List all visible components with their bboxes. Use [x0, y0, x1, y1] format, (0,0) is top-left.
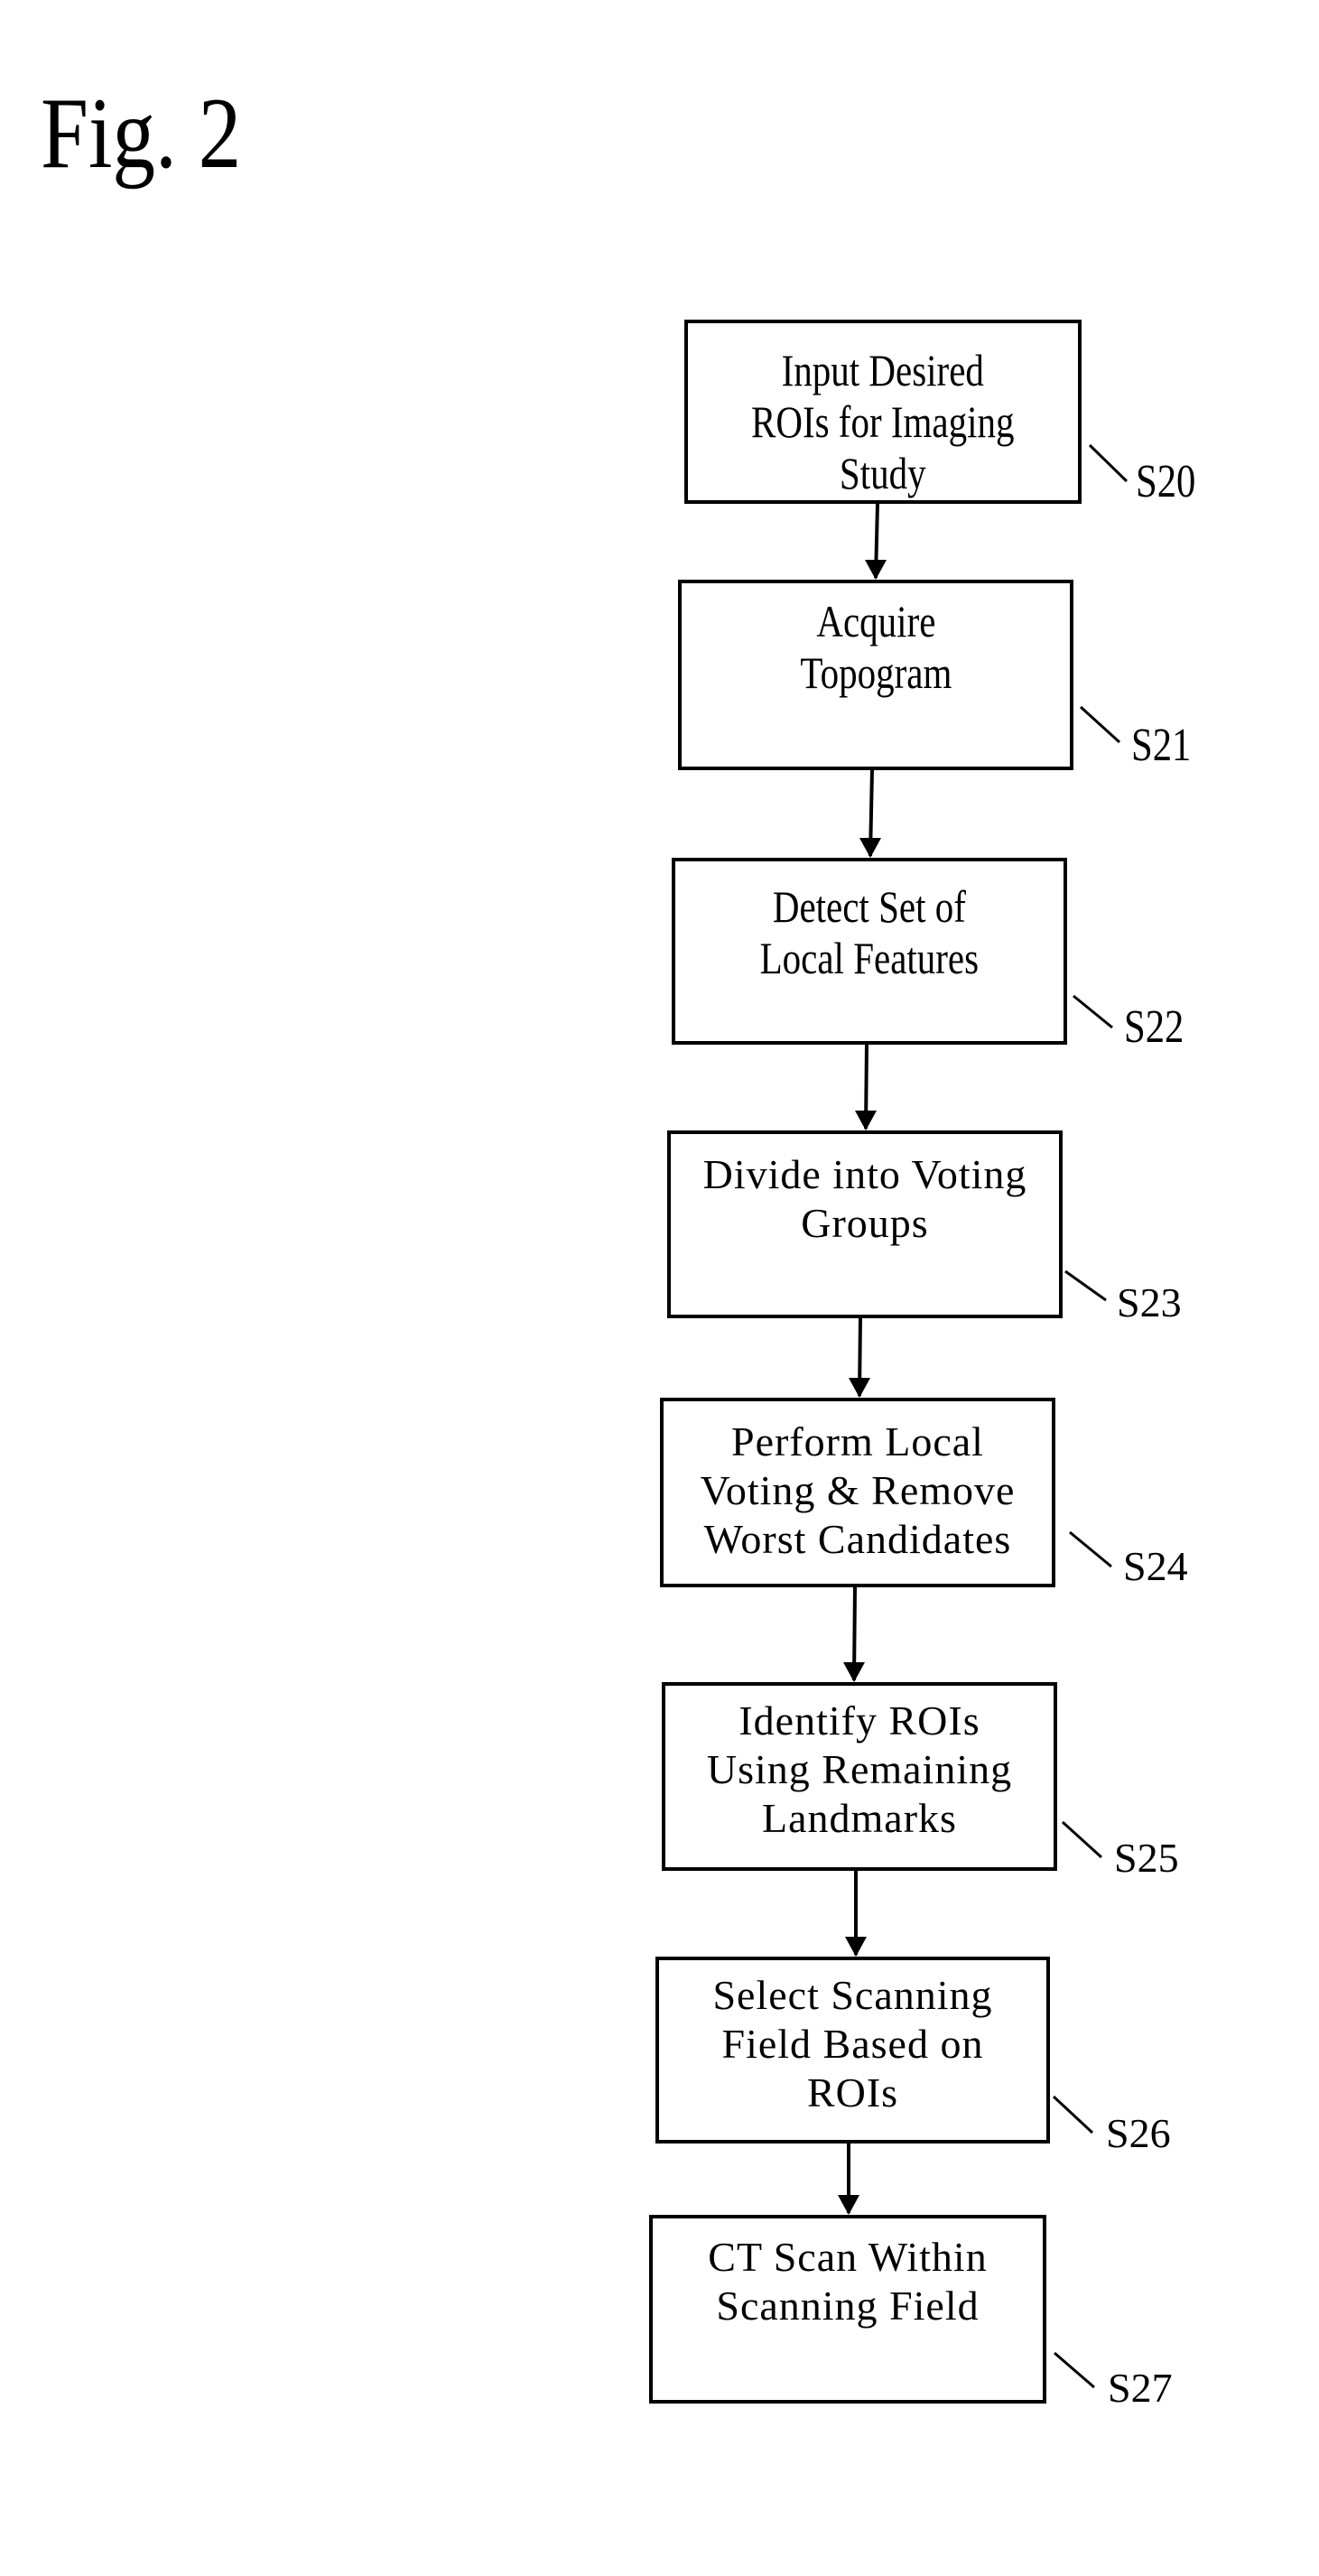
leader-s26	[1052, 2095, 1094, 2134]
step-box-s27: CT Scan Within Scanning Field	[649, 2215, 1046, 2404]
arrowhead-s26-s27	[838, 2195, 859, 2215]
step-label-s20: S20	[1136, 456, 1196, 507]
leader-s22	[1073, 994, 1113, 1029]
leader-s27	[1054, 2351, 1095, 2389]
leader-s25	[1061, 1820, 1103, 1859]
step-label-s26: S26	[1106, 2110, 1171, 2156]
arrowhead-s24-s25	[843, 1662, 865, 1682]
step-label-s22: S22	[1124, 1001, 1184, 1053]
step-box-s24: Perform Local Voting & Remove Worst Cand…	[660, 1398, 1055, 1587]
leader-s23	[1064, 1269, 1107, 1302]
step-box-s23: Divide into Voting Groups	[667, 1130, 1063, 1318]
step-text: Detect Set of Local Features	[759, 881, 980, 983]
step-label-s21: S21	[1131, 720, 1192, 771]
arrowhead-s23-s24	[849, 1378, 870, 1398]
arrowhead-s21-s22	[859, 838, 881, 858]
step-label-s25: S25	[1114, 1835, 1179, 1881]
step-text: Identify ROIs Using Remaining Landmarks	[706, 1697, 1013, 1841]
arrowhead-s20-s21	[865, 560, 887, 580]
step-label-s23: S23	[1117, 1279, 1182, 1325]
step-text: Perform Local Voting & Remove Worst Cand…	[700, 1418, 1016, 1562]
step-text: Input Desired ROIs for Imaging Study	[751, 345, 1015, 498]
step-text: Divide into Voting Groups	[702, 1151, 1027, 1246]
leader-s21	[1079, 705, 1121, 744]
step-box-s20: Input Desired ROIs for Imaging Study	[684, 320, 1082, 504]
leader-s20	[1088, 443, 1129, 483]
leader-s24	[1069, 1530, 1112, 1568]
step-text: Select Scanning Field Based on ROIs	[712, 1972, 993, 2116]
step-label-s27: S27	[1108, 2365, 1173, 2411]
step-box-s22: Detect Set of Local Features	[672, 858, 1067, 1045]
step-text: Acquire Topogram	[800, 596, 952, 698]
step-label-s24: S24	[1123, 1543, 1188, 1589]
arrowhead-s25-s26	[845, 1937, 867, 1957]
step-box-s26: Select Scanning Field Based on ROIs	[655, 1957, 1050, 2144]
step-box-s21: Acquire Topogram	[678, 580, 1073, 770]
step-text: CT Scan Within Scanning Field	[708, 2234, 988, 2329]
step-box-s25: Identify ROIs Using Remaining Landmarks	[662, 1682, 1057, 1871]
arrowhead-s22-s23	[855, 1111, 877, 1130]
